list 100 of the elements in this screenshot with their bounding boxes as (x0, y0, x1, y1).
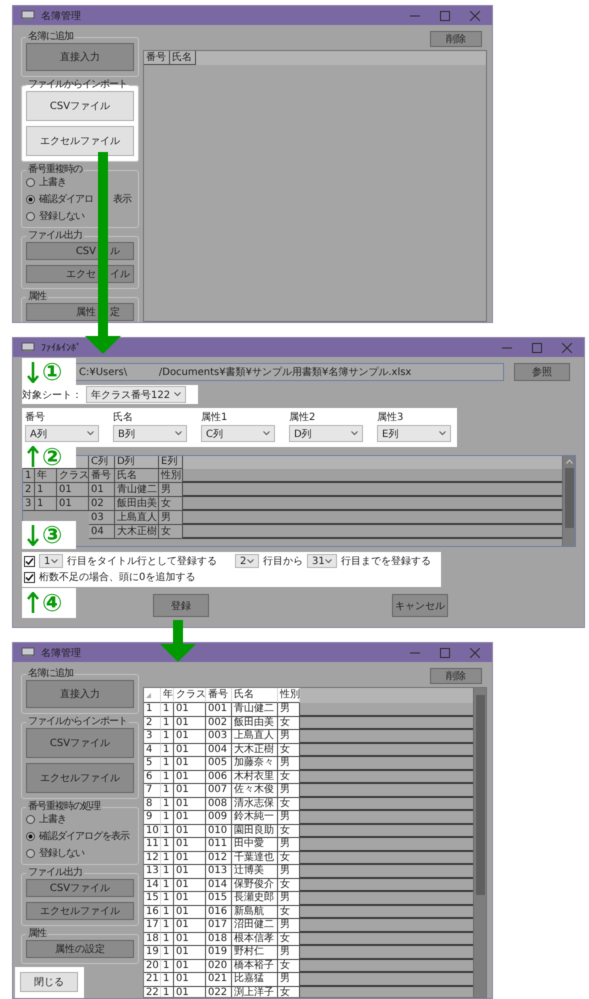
table-cell: 渕上洋子 (232, 986, 278, 997)
table-cell: 男 (278, 946, 300, 960)
table-cell: 01 (174, 824, 206, 838)
group-label: 属性 (27, 291, 48, 303)
button[interactable]: キャンセル (392, 594, 448, 617)
option-label: 桁数不足の場合、頭に0を追加する (39, 570, 196, 584)
button[interactable]: 直接入力 (26, 680, 134, 708)
radio-option[interactable]: 上書き (26, 176, 134, 188)
table-cell: 1 (161, 744, 174, 757)
dropdown[interactable]: 2 (235, 554, 259, 568)
option-label: 行目までを登録する (341, 555, 431, 568)
dropdown[interactable]: D列 (289, 425, 363, 442)
button[interactable]: 属性の設定 (26, 940, 134, 958)
dropdown[interactable]: A列 (25, 425, 99, 442)
table-cell: 003 (206, 730, 232, 744)
close-icon[interactable] (470, 10, 480, 20)
table-cell: 女 (278, 852, 300, 865)
column-header: D列 (115, 456, 159, 469)
row-number: 19 (144, 946, 161, 960)
dropdown[interactable]: E列 (377, 425, 451, 442)
table-cell: 001 (206, 703, 232, 716)
row-number: 16 (144, 906, 161, 919)
button[interactable]: CSVファイル (26, 728, 134, 758)
dropdown[interactable]: 年クラス番号122 (86, 386, 186, 403)
button[interactable]: 直接入力 (26, 43, 134, 71)
table-cell: 根本信孝 (232, 932, 278, 946)
scrollbar[interactable] (473, 688, 486, 997)
delete-button[interactable]: 削除 (430, 668, 482, 684)
table-cell: 01 (174, 798, 206, 811)
chevron-icon (51, 558, 58, 564)
button[interactable]: CSVファイル (26, 91, 134, 121)
dropdown[interactable]: C列 (201, 425, 275, 442)
checkbox[interactable] (24, 572, 35, 582)
column-header: 年 (161, 688, 174, 703)
button[interactable]: エクセルファイル (26, 763, 134, 793)
delete-button[interactable]: 削除 (430, 31, 482, 47)
table-cell: 男 (278, 757, 300, 770)
table-cell: 01 (174, 946, 206, 960)
button[interactable]: エクセルファイル (26, 902, 134, 920)
table-cell: 01 (174, 852, 206, 865)
column-header: クラス (174, 688, 206, 703)
browse-button[interactable]: 参照 (514, 363, 570, 381)
table-cell: 1 (161, 932, 174, 946)
button[interactable]: 登録 (153, 594, 209, 617)
path-field[interactable]: C:¥Users\ /Documents¥書類¥サンプル用書類¥名簿サンプル.xlsx (75, 363, 504, 381)
table-cell: 01 (174, 973, 206, 986)
step-number: ① (42, 359, 62, 385)
table-cell: 01 (174, 892, 206, 906)
field-label: 属性2 (289, 410, 316, 424)
scrollbar[interactable] (562, 456, 575, 546)
close-icon[interactable] (470, 648, 480, 658)
radio-option[interactable]: 上書き (26, 813, 134, 825)
table-cell: 加藤奈々 (232, 757, 278, 770)
dropdown[interactable]: B列 (113, 425, 187, 442)
maximize-icon[interactable] (532, 342, 542, 352)
dropdown[interactable]: 1 (39, 554, 63, 568)
table-cell: 1 (161, 960, 174, 973)
button[interactable]: エクセ イル (26, 265, 134, 283)
radio-option[interactable]: 確認ダイアロ 表示 (26, 193, 134, 205)
radio-option[interactable]: 登録しない (26, 210, 134, 222)
table-cell: 千葉達也 (232, 852, 278, 865)
button[interactable]: CSVファイル (26, 879, 134, 897)
row-number: 17 (144, 919, 161, 932)
table-cell: 01 (174, 906, 206, 919)
option-label: 行目をタイトル行として登録する (67, 555, 217, 568)
close-button[interactable]: 閉じる (20, 972, 78, 992)
grid-cell: 女 (159, 497, 183, 511)
group-label: 番号重複時の (27, 164, 84, 176)
table-cell: 002 (206, 716, 232, 730)
table-cell: 1 (161, 878, 174, 892)
dropdown[interactable]: 31 (307, 554, 337, 568)
chevron-icon (439, 431, 446, 436)
column-header: 性別 (278, 688, 300, 703)
row-number: 11 (144, 838, 161, 852)
close-icon[interactable] (562, 342, 572, 352)
button[interactable]: 属性 定 (26, 303, 134, 321)
button[interactable]: CSV ル (26, 242, 134, 260)
table-cell: 010 (206, 824, 232, 838)
table-cell: 1 (161, 919, 174, 932)
radio-option[interactable]: 登録しない (26, 847, 134, 859)
chevron-icon (325, 558, 332, 564)
grid-cell: 女 (159, 525, 183, 539)
button[interactable]: エクセルファイル (26, 126, 134, 156)
maximize-icon[interactable] (440, 10, 450, 20)
table-cell: 021 (206, 973, 232, 986)
chevron-icon (87, 431, 94, 436)
table-cell: 男 (278, 730, 300, 744)
table-cell: 1 (161, 757, 174, 770)
row-number: 2 (23, 483, 35, 497)
grid-cell: 男 (159, 483, 183, 497)
row-number: 8 (144, 798, 161, 811)
checkbox[interactable] (24, 556, 35, 566)
down-arrow-icon (27, 361, 39, 383)
app-icon (21, 342, 35, 353)
table-cell: 019 (206, 946, 232, 960)
maximize-icon[interactable] (440, 648, 450, 658)
row-number: 18 (144, 932, 161, 946)
radio-option[interactable]: 確認ダイアログを表示 (26, 830, 134, 842)
table-cell: 005 (206, 757, 232, 770)
table-cell: 男 (278, 784, 300, 798)
